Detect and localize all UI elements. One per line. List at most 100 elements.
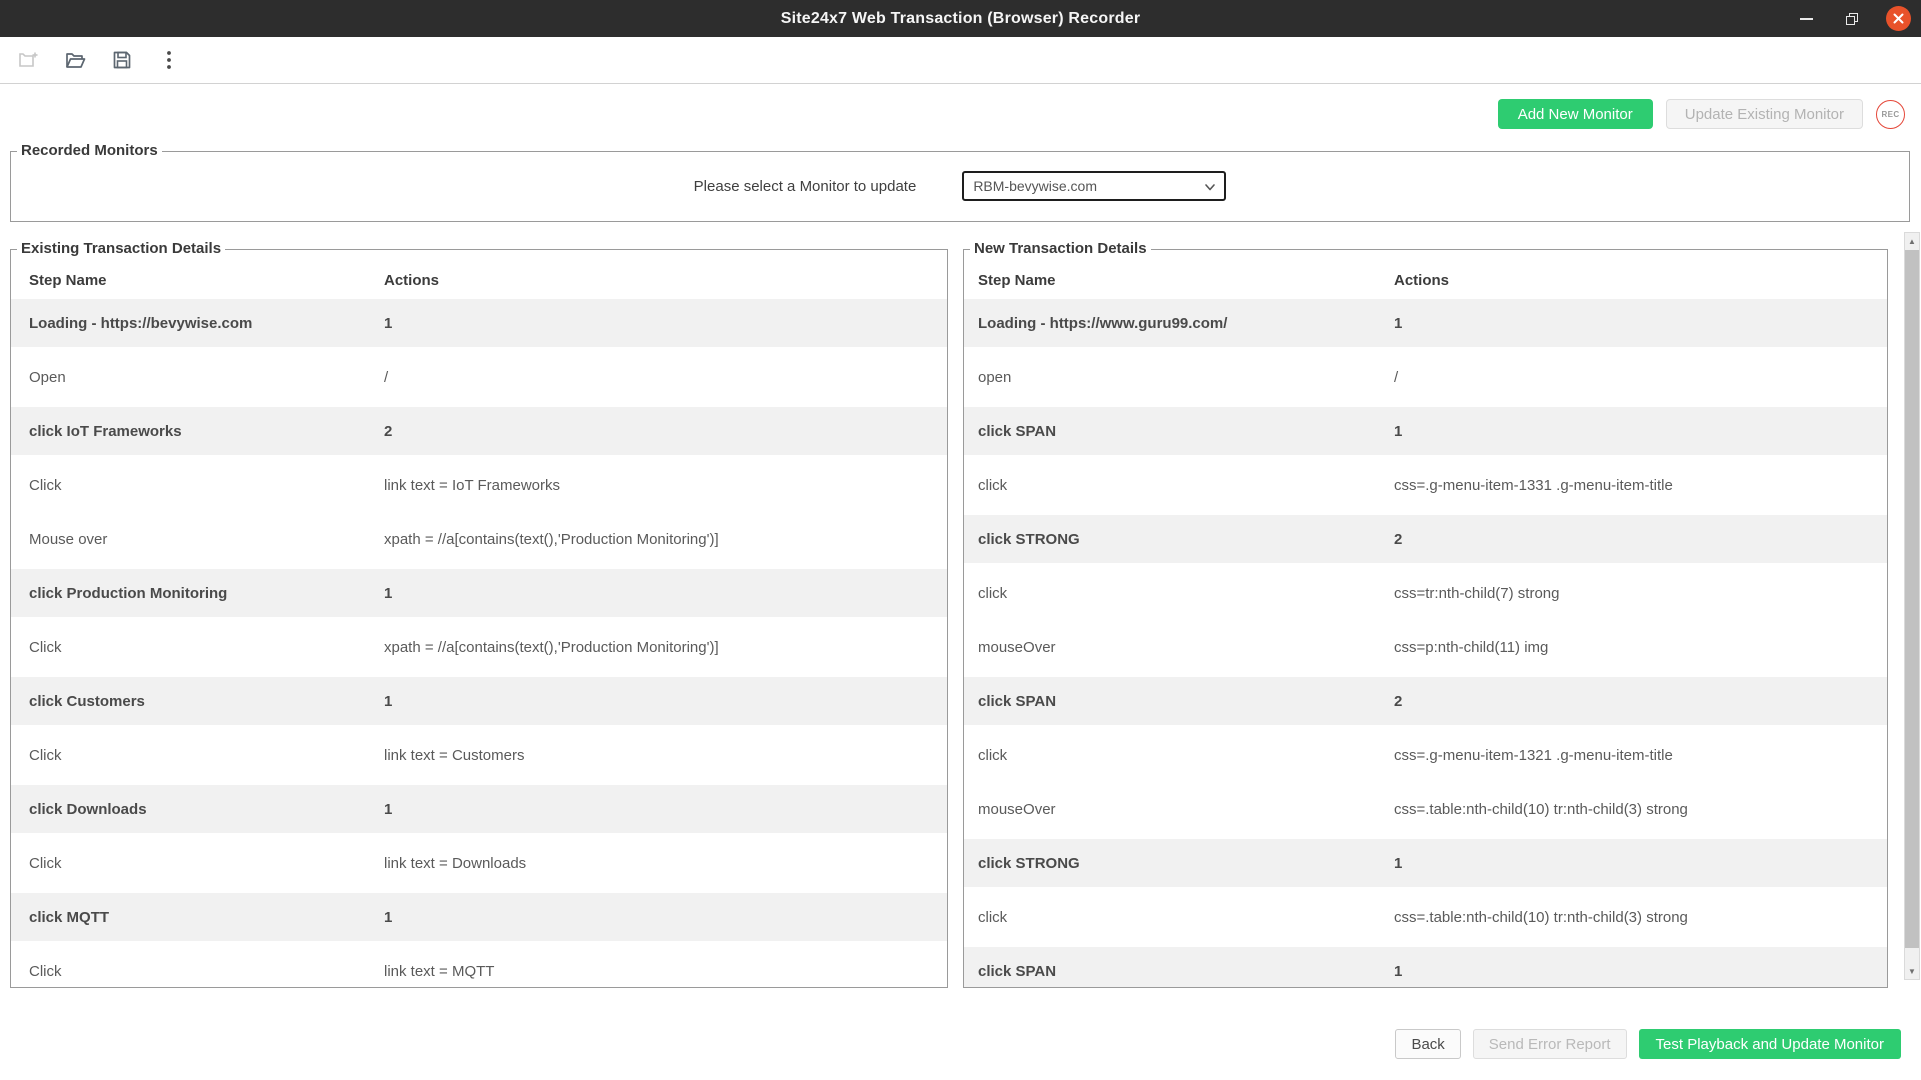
recorded-monitors-legend: Recorded Monitors xyxy=(21,142,158,159)
action-cell: 2 xyxy=(1394,692,1403,710)
vertical-scrollbar[interactable]: ▲ ▼ xyxy=(1904,232,1920,980)
step-name-cell: Click xyxy=(29,476,62,494)
step-name-cell: click xyxy=(978,584,1008,602)
action-cell: 1 xyxy=(1394,314,1403,332)
recorded-monitors-section: Recorded Monitors Please select a Monito… xyxy=(10,142,1910,222)
minimize-icon xyxy=(1799,17,1813,20)
table-row[interactable]: click STRONG 2 xyxy=(964,512,1887,566)
scroll-down-icon[interactable]: ▼ xyxy=(1905,963,1919,979)
step-name-header: Step Name xyxy=(978,271,1056,289)
close-icon xyxy=(1893,13,1904,24)
step-name-cell: click xyxy=(978,908,1008,926)
action-cell: link text = Customers xyxy=(384,746,525,764)
table-row[interactable]: Mouse over xpath = //a[contains(text(),'P… xyxy=(11,512,947,566)
action-cell: css=tr:nth-child(7) strong xyxy=(1394,584,1560,602)
monitor-actions: Add New Monitor Update Existing Monitor … xyxy=(1497,99,1905,129)
window-controls xyxy=(1794,0,1911,37)
table-row[interactable]: Open / xyxy=(11,350,947,404)
step-name-header: Step Name xyxy=(29,271,107,289)
add-new-monitor-button[interactable]: Add New Monitor xyxy=(1497,99,1653,129)
table-row[interactable]: mouseOver css=.table:nth-child(10) tr:nth… xyxy=(964,782,1887,836)
new-monitor-button[interactable] xyxy=(15,47,41,73)
back-button[interactable]: Back xyxy=(1395,1029,1461,1059)
table-row[interactable]: Loading - https://bevywise.com 1 xyxy=(11,296,947,350)
action-cell: xpath = //a[contains(text(),'Production … xyxy=(384,638,719,656)
minimize-button[interactable] xyxy=(1794,7,1818,31)
existing-transaction-panel: Existing Transaction Details Step Name A… xyxy=(10,240,948,988)
toolbar xyxy=(0,37,1921,84)
action-cell: css=.table:nth-child(10) tr:nth-child(3)… xyxy=(1394,908,1688,926)
table-row[interactable]: click css=tr:nth-child(7) strong xyxy=(964,566,1887,620)
action-cell: / xyxy=(1394,368,1399,386)
table-row[interactable]: Loading - https://www.guru99.com/1 xyxy=(964,296,1887,350)
step-name-cell: Open xyxy=(29,368,66,386)
open-file-button[interactable] xyxy=(62,47,88,73)
step-name-cell: click SPAN xyxy=(978,692,1057,710)
table-row[interactable]: click Downloads 1 xyxy=(11,782,947,836)
more-options-button[interactable] xyxy=(156,47,182,73)
table-row[interactable]: click MQTT 1 xyxy=(11,890,947,944)
action-cell: css=.g-menu-item-1331 .g-menu-item-title xyxy=(1394,476,1673,494)
scroll-up-icon[interactable]: ▲ xyxy=(1905,233,1919,249)
table-row[interactable]: click Production Monitoring 1 xyxy=(11,566,947,620)
action-cell: 1 xyxy=(384,314,393,332)
step-name-cell: open xyxy=(978,368,1012,386)
close-button[interactable] xyxy=(1886,6,1911,31)
step-name-cell: click MQTT xyxy=(29,908,110,926)
footer-actions: Back Send Error Report Test Playback and… xyxy=(1395,1029,1901,1059)
monitor-select[interactable]: RBM-bevywise.com xyxy=(962,171,1227,201)
action-cell: 2 xyxy=(1394,530,1403,548)
table-row[interactable]: Click link text = Downloads xyxy=(11,836,947,890)
table-row[interactable]: Click xpath = //a[contains(text(),'Produc… xyxy=(11,620,947,674)
chevron-down-icon xyxy=(1205,184,1216,191)
step-name-cell: click IoT Frameworks xyxy=(29,422,182,440)
action-cell: 1 xyxy=(1394,854,1403,872)
action-cell: 1 xyxy=(384,584,393,602)
table-row[interactable]: click css=.g-menu-item-1331 .g-menu-item-… xyxy=(964,458,1887,512)
step-name-cell: click STRONG xyxy=(978,530,1080,548)
table-row[interactable]: click STRONG 1 xyxy=(964,836,1887,890)
monitor-select-value: RBM-bevywise.com xyxy=(973,178,1098,194)
existing-transaction-legend: Existing Transaction Details xyxy=(21,240,222,257)
save-button[interactable] xyxy=(109,47,135,73)
table-row[interactable]: click SPAN 1 xyxy=(964,944,1887,987)
scrollbar-thumb[interactable] xyxy=(1905,250,1919,948)
new-monitor-icon xyxy=(19,52,38,67)
step-name-cell: Loading - https://bevywise.com xyxy=(29,314,253,332)
restore-button[interactable] xyxy=(1840,7,1864,31)
table-row[interactable]: Click link text = IoT Frameworks xyxy=(11,458,947,512)
action-cell: link text = IoT Frameworks xyxy=(384,476,561,494)
new-transaction-panel: New Transaction Details Step Name Action… xyxy=(963,240,1888,988)
step-name-cell: click Production Monitoring xyxy=(29,584,228,602)
step-name-cell: click xyxy=(978,746,1008,764)
step-name-cell: click SPAN xyxy=(978,962,1057,980)
table-row[interactable]: Click link text = Customers xyxy=(11,728,947,782)
table-row[interactable]: click SPAN 2 xyxy=(964,674,1887,728)
send-error-report-button[interactable]: Send Error Report xyxy=(1472,1029,1627,1059)
step-name-cell: Click xyxy=(29,962,62,980)
existing-transaction-table: Loading - https://bevywise.com 1 Open / clic… xyxy=(11,296,947,987)
update-existing-monitor-button[interactable]: Update Existing Monitor xyxy=(1665,99,1863,129)
test-playback-update-button[interactable]: Test Playback and Update Monitor xyxy=(1638,1029,1901,1059)
action-cell: 2 xyxy=(384,422,393,440)
titlebar: Site24x7 Web Transaction (Browser) Recor… xyxy=(0,0,1921,37)
table-row[interactable]: click css=.table:nth-child(10) tr:nth-chi… xyxy=(964,890,1887,944)
action-cell: 1 xyxy=(384,692,393,710)
table-row[interactable]: mouseOver css=p:nth-child(11) img xyxy=(964,620,1887,674)
table-row[interactable]: click SPAN 1 xyxy=(964,404,1887,458)
action-cell: / xyxy=(384,368,389,386)
table-header: Step Name Actions xyxy=(11,258,947,296)
step-name-cell: click Customers xyxy=(29,692,145,710)
more-options-icon xyxy=(167,51,171,69)
table-row[interactable]: open / xyxy=(964,350,1887,404)
table-row[interactable]: click Customers 1 xyxy=(11,674,947,728)
action-cell: css=.table:nth-child(10) tr:nth-child(3)… xyxy=(1394,800,1688,818)
table-row[interactable]: click IoT Frameworks 2 xyxy=(11,404,947,458)
rec-indicator: REC xyxy=(1876,99,1905,129)
step-name-cell: mouseOver xyxy=(978,638,1056,656)
table-row[interactable]: Click link text = MQTT xyxy=(11,944,947,987)
table-row[interactable]: click css=.g-menu-item-1321 .g-menu-item-… xyxy=(964,728,1887,782)
action-cell: xpath = //a[contains(text(),'Production … xyxy=(384,530,719,548)
open-folder-icon xyxy=(65,53,85,68)
save-icon xyxy=(113,51,131,69)
